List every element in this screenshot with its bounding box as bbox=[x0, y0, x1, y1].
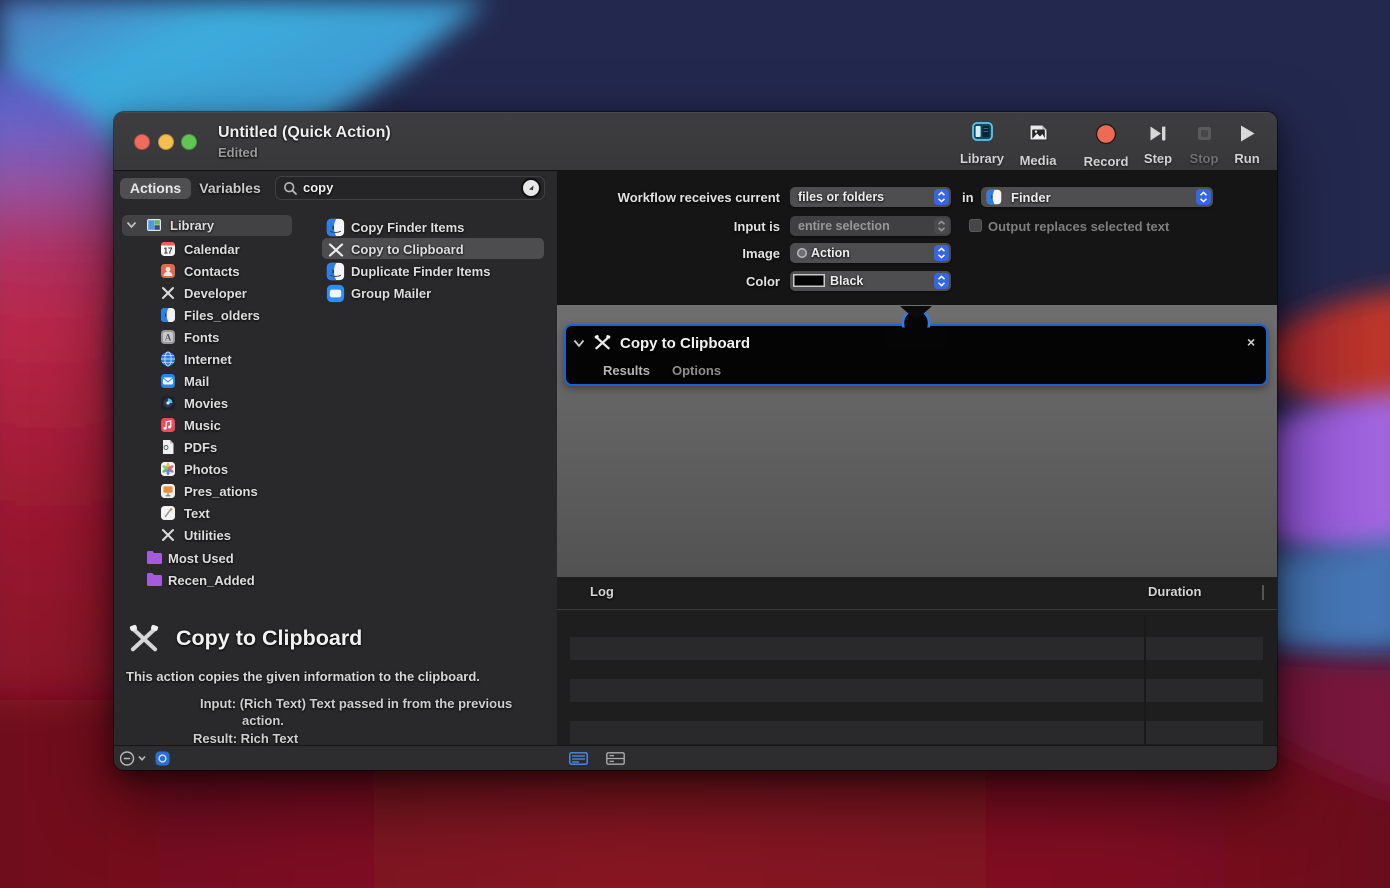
svg-text:17: 17 bbox=[164, 247, 173, 256]
svg-text:A: A bbox=[165, 333, 172, 343]
